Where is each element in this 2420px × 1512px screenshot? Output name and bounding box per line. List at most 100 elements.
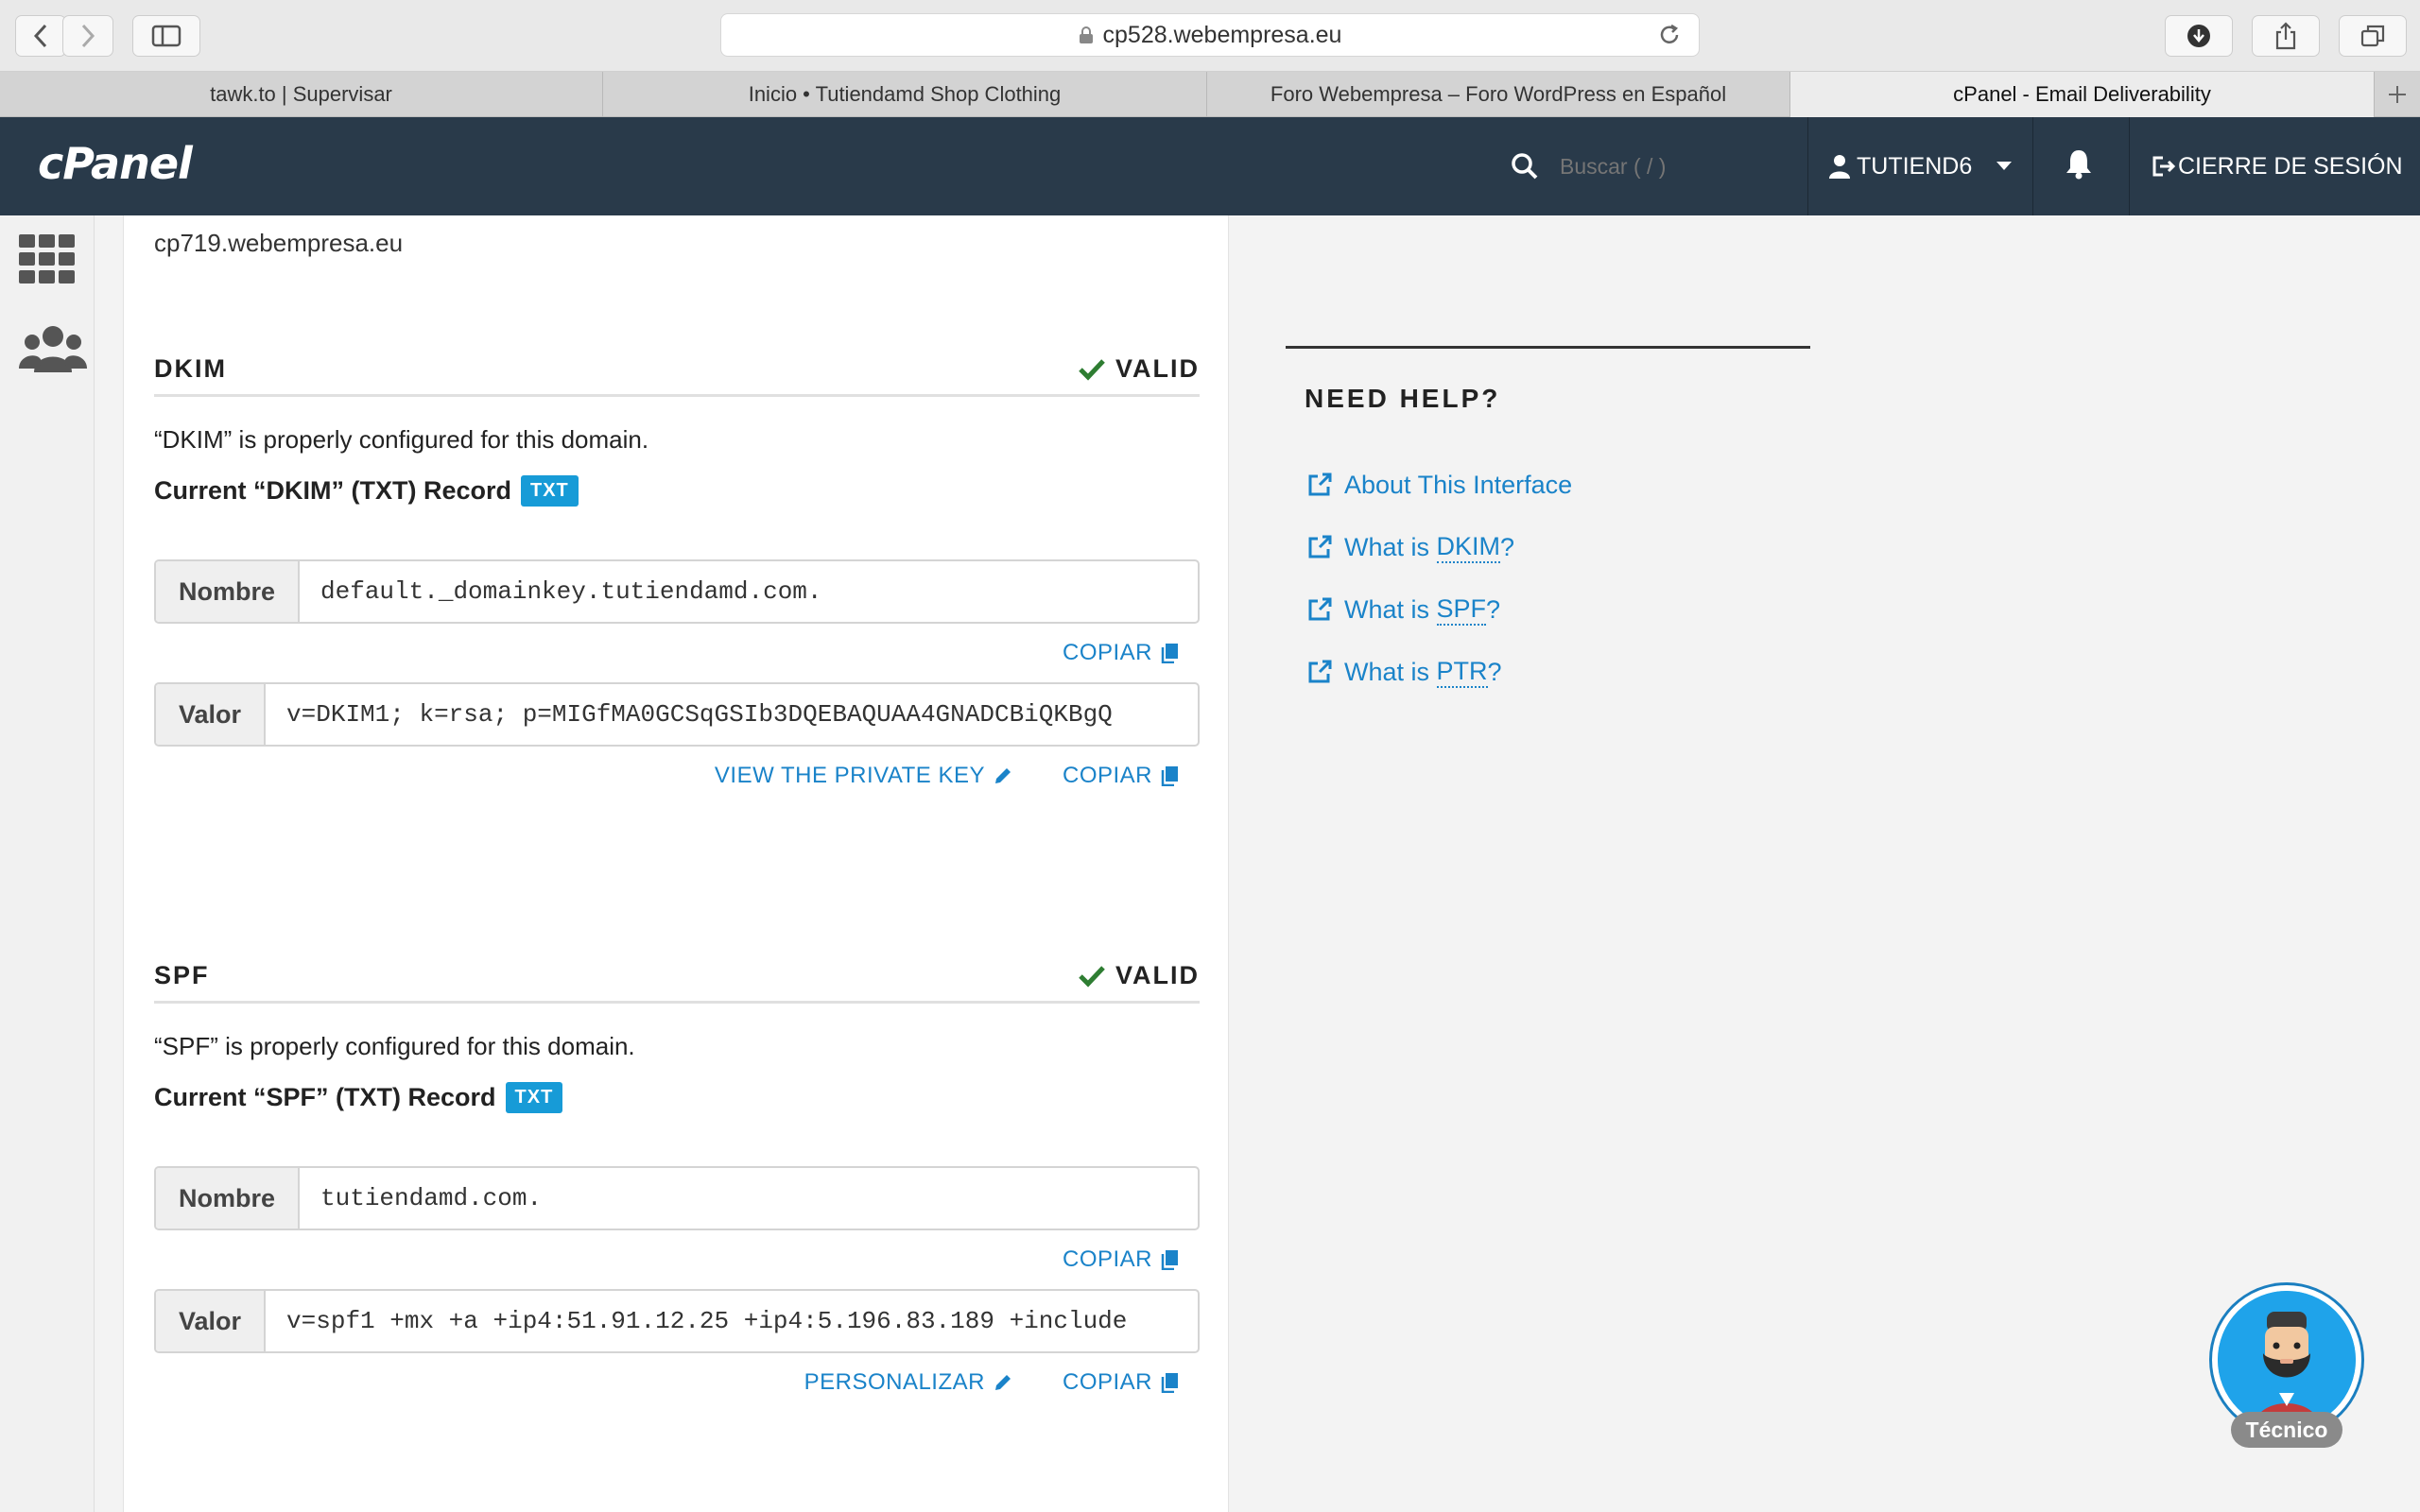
copy-icon [1161,1250,1178,1270]
chat-widget-label[interactable]: Técnico [2231,1412,2342,1448]
cpanel-header: cPanel TUTIEND6 CIERRE DE SESIÓN [0,117,2420,215]
pencil-icon [994,1375,1011,1390]
copy-button[interactable]: COPIAR [1063,640,1179,666]
tab-cpanel[interactable]: cPanel - Email Deliverability [1790,72,2375,117]
spf-value-field: Valor v=spf1 +mx +a +ip4:51.91.12.25 +ip… [154,1289,1200,1353]
tab-tawk[interactable]: tawk.to | Supervisar [0,72,603,117]
forward-button[interactable] [62,15,113,57]
server-name: cp719.webempresa.eu [154,229,404,257]
spf-value-actions: PERSONALIZAR COPIAR [154,1353,1200,1412]
cpanel-logo[interactable]: cPanel [38,138,193,189]
copy-label: COPIAR [1062,640,1152,665]
txt-badge: TXT [505,1082,563,1113]
user-menu[interactable]: TUTIEND6 [1828,117,2013,215]
grid-icon[interactable] [19,234,76,285]
help-link-dkim[interactable]: What is DKIM? [1306,516,1572,578]
tab-foro[interactable]: Foro Webempresa – Foro WordPress en Espa… [1207,72,1790,117]
support-agent-avatar-icon [2218,1291,2356,1429]
tab-label: Foro Webempresa – Foro WordPress en Espa… [1270,82,1727,106]
status-text: VALID [1115,961,1200,989]
username: TUTIEND6 [1857,152,1973,180]
tab-label: Inicio • Tutiendamd Shop Clothing [748,82,1062,106]
copy-label: COPIAR [1062,1246,1152,1272]
help-link-spf[interactable]: What is SPF? [1306,578,1572,641]
logout-button[interactable]: CIERRE DE SESIÓN [2152,117,2403,215]
chevron-left-icon [33,24,47,48]
reload-icon[interactable] [1657,23,1682,47]
spf-name-field: Nombre tutiendamd.com. [154,1166,1200,1230]
spf-name-value[interactable]: tutiendamd.com. [300,1168,1198,1228]
download-icon [2187,25,2210,47]
copy-button[interactable]: COPIAR [1063,1369,1179,1396]
search-box[interactable] [1511,117,1807,215]
plus-icon [2389,86,2406,103]
spf-header: SPF VALID [154,951,1200,1004]
spf-name-actions: COPIAR [154,1230,1200,1289]
bell-icon[interactable] [2065,147,2093,180]
copy-label: COPIAR [1062,763,1152,788]
dkim-name-value[interactable]: default._domainkey.tutiendamd.com. [300,561,1198,622]
dkim-name-field: Nombre default._domainkey.tutiendamd.com… [154,559,1200,624]
spf-description: “SPF” is properly configured for this do… [154,1032,635,1060]
share-icon [2275,22,2296,50]
dkim-header: DKIM VALID [154,344,1200,397]
address-bar[interactable]: cp528.webempresa.eu [720,13,1700,57]
help-link-label: What is [1344,657,1437,686]
external-link-icon [1308,660,1332,683]
search-icon [1512,153,1538,180]
customize-button[interactable]: PERSONALIZAR [804,1369,1013,1396]
sidebar-icon [151,25,182,47]
chevron-right-icon [81,24,95,48]
help-divider [1286,346,1810,349]
sidebar-toggle-button[interactable] [132,15,200,57]
help-link-suffix: ? [1500,532,1515,561]
users-icon[interactable] [19,323,87,374]
help-link-about[interactable]: About This Interface [1306,454,1572,516]
help-link-suffix: ? [1487,657,1502,686]
check-icon [1079,965,1105,988]
browser-toolbar: cp528.webempresa.eu [0,0,2420,72]
left-sidebar [0,215,95,1512]
new-tab-button[interactable] [2375,72,2420,117]
external-link-icon [1308,535,1332,558]
dkim-value-actions: VIEW THE PRIVATE KEY COPIAR [154,747,1200,805]
url-text: cp528.webempresa.eu [1102,21,1342,48]
customize-label: PERSONALIZAR [804,1369,985,1395]
tab-tutiendamd[interactable]: Inicio • Tutiendamd Shop Clothing [603,72,1207,117]
back-button[interactable] [15,15,66,57]
help-links: About This Interface What is DKIM? What … [1306,454,1572,703]
logout-icon [2152,156,2176,177]
dkim-name-actions: COPIAR [154,624,1200,682]
downloads-button[interactable] [2165,15,2233,57]
record-title-text: Current “DKIM” (TXT) Record [154,476,511,505]
dkim-record-title: Current “DKIM” (TXT) Record TXT [154,475,1200,507]
section-title: DKIM [154,354,227,383]
help-link-abbr: SPF [1436,594,1487,626]
copy-button[interactable]: COPIAR [1063,763,1179,789]
status-badge: VALID [1078,354,1200,384]
share-button[interactable] [2252,15,2320,57]
user-icon [1829,155,1850,179]
help-link-suffix: ? [1486,594,1501,624]
view-private-key-button[interactable]: VIEW THE PRIVATE KEY [715,763,1013,789]
help-link-ptr[interactable]: What is PTR? [1306,641,1572,703]
status-text: VALID [1115,354,1200,383]
spf-section: SPF VALID “SPF” is properly configured f… [154,951,1200,1412]
dkim-value-value[interactable]: v=DKIM1; k=rsa; p=MIGfMA0GCSqGSIb3DQEBAQ… [266,684,1198,745]
status-badge: VALID [1078,961,1200,990]
field-label: Valor [156,684,267,745]
txt-badge: TXT [521,475,579,507]
tabs-icon [2360,25,2385,47]
field-label: Valor [156,1291,267,1351]
logout-label: CIERRE DE SESIÓN [2178,152,2403,180]
spf-value-value[interactable]: v=spf1 +mx +a +ip4:51.91.12.25 +ip4:5.19… [266,1291,1198,1351]
view-private-key-label: VIEW THE PRIVATE KEY [714,763,985,788]
search-input[interactable] [1560,153,1787,180]
lock-icon [1079,26,1093,43]
tab-overview-button[interactable] [2339,15,2407,57]
field-label: Nombre [156,1168,301,1228]
tab-label: tawk.to | Supervisar [210,82,392,106]
copy-button[interactable]: COPIAR [1063,1246,1179,1273]
pencil-icon [994,768,1011,783]
copy-icon [1161,766,1178,786]
